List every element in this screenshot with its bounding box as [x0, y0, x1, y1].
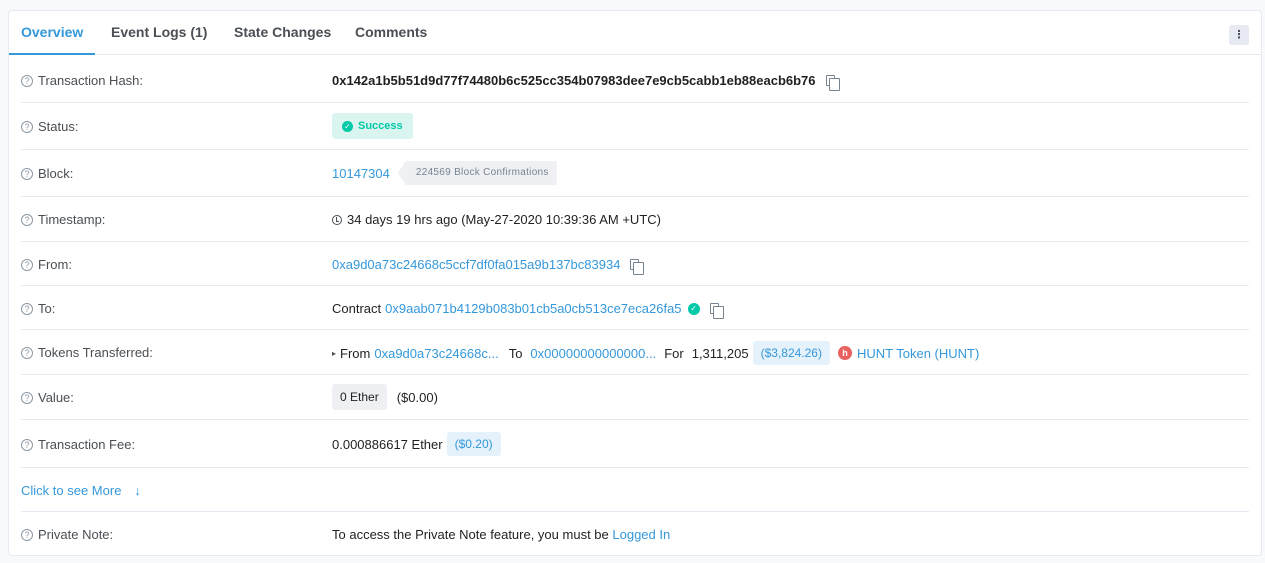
- tab-event-logs[interactable]: Event Logs (1): [99, 11, 219, 55]
- to-address-link[interactable]: 0x9aab071b4129b083b01cb5a0cb513ce7eca26f…: [385, 301, 681, 316]
- row-tokens-transferred: ? Tokens Transferred: ▸ From 0xa9d0a73c2…: [21, 330, 1249, 375]
- private-note-text: To access the Private Note feature, you …: [332, 527, 613, 542]
- to-contract-prefix: Contract: [332, 301, 382, 316]
- more-options-icon[interactable]: ⋮: [1229, 25, 1249, 45]
- help-icon[interactable]: ?: [21, 302, 33, 315]
- row-from: ? From: 0xa9d0a73c24668c5ccf7df0fa015a9b…: [21, 242, 1249, 286]
- check-circle-icon: ✓: [342, 120, 353, 132]
- transaction-card: Overview Event Logs (1) State Changes Co…: [8, 10, 1262, 556]
- row-transaction-fee: ? Transaction Fee: 0.000886617 Ether ($0…: [21, 420, 1249, 468]
- status-badge: ✓ Success: [332, 113, 413, 139]
- label-tokens-transferred: Tokens Transferred:: [38, 345, 153, 360]
- label-block: Block:: [38, 166, 74, 181]
- arrow-down-icon: ↓: [134, 483, 141, 498]
- row-transaction-hash: ? Transaction Hash: 0x142a1b5b51d9d77f74…: [21, 56, 1249, 103]
- help-icon[interactable]: ?: [21, 258, 33, 271]
- see-more-toggle[interactable]: Click to see More ↓: [21, 483, 141, 498]
- copy-icon[interactable]: [825, 75, 840, 91]
- label-timestamp: Timestamp:: [38, 212, 106, 227]
- row-block: ? Block: 10147304 224569 Block Confirmat…: [21, 150, 1249, 197]
- token-from-address-link[interactable]: 0xa9d0a73c24668c...: [374, 346, 498, 361]
- hunt-token-icon: h: [837, 346, 852, 360]
- copy-icon[interactable]: [630, 259, 645, 275]
- transaction-hash-value: 0x142a1b5b51d9d77f74480b6c525cc354b07983…: [332, 73, 816, 88]
- timestamp-value: 34 days 19 hrs ago (May-27-2020 10:39:36…: [347, 212, 661, 227]
- value-ether-badge: 0 Ether: [332, 384, 387, 410]
- label-value: Value:: [38, 390, 74, 405]
- token-name-link[interactable]: HUNT Token (HUNT): [857, 346, 979, 361]
- label-status: Status:: [38, 119, 79, 134]
- help-icon[interactable]: ?: [21, 120, 33, 133]
- copy-icon[interactable]: [709, 303, 724, 319]
- token-amount: 1,311,205: [691, 345, 749, 361]
- help-icon[interactable]: ?: [21, 346, 33, 359]
- verified-check-icon: ✓: [687, 302, 700, 315]
- fee-usd-badge: ($0.20): [446, 432, 501, 456]
- token-to-label: To: [508, 345, 523, 361]
- row-value: ? Value: 0 Ether ($0.00): [21, 375, 1249, 420]
- row-status: ? Status: ✓ Success: [21, 103, 1249, 150]
- row-see-more: Click to see More ↓: [21, 468, 1249, 512]
- caret-right-icon: ▸: [332, 348, 337, 358]
- status-text: Success: [358, 120, 403, 132]
- label-transaction-hash: Transaction Hash:: [38, 73, 144, 88]
- see-more-link[interactable]: Click to see More: [21, 483, 121, 498]
- logged-in-link[interactable]: Logged In: [612, 527, 670, 542]
- value-usd: ($0.00): [396, 389, 438, 405]
- tab-overview[interactable]: Overview: [9, 11, 96, 55]
- fee-amount: 0.000886617 Ether: [332, 436, 443, 452]
- help-icon[interactable]: ?: [21, 391, 33, 404]
- help-icon[interactable]: ?: [21, 167, 33, 180]
- label-private-note: Private Note:: [38, 527, 114, 542]
- clock-icon: [332, 214, 342, 225]
- row-private-note: ? Private Note: To access the Private No…: [21, 512, 1249, 556]
- label-from: From:: [38, 257, 72, 272]
- row-to: ? To: Contract 0x9aab071b4129b083b01cb5a…: [21, 286, 1249, 330]
- label-transaction-fee: Transaction Fee:: [38, 437, 136, 452]
- block-confirmations-badge: 224569 Block Confirmations: [397, 161, 557, 185]
- row-timestamp: ? Timestamp: 34 days 19 hrs ago (May-27-…: [21, 197, 1249, 242]
- help-icon[interactable]: ?: [21, 528, 33, 541]
- from-address-link[interactable]: 0xa9d0a73c24668c5ccf7df0fa015a9b137bc839…: [332, 257, 620, 272]
- block-number-link[interactable]: 10147304: [332, 166, 390, 181]
- token-from-label: From: [340, 345, 371, 361]
- token-to-address-link[interactable]: 0x00000000000000...: [530, 346, 656, 361]
- help-icon[interactable]: ?: [21, 74, 33, 87]
- label-to: To:: [38, 301, 56, 316]
- help-icon[interactable]: ?: [21, 438, 33, 451]
- tab-bar: Overview Event Logs (1) State Changes Co…: [9, 11, 1261, 55]
- token-for-label: For: [664, 345, 684, 361]
- tab-comments[interactable]: Comments: [343, 11, 439, 55]
- token-usd-value: ($3,824.26): [752, 341, 830, 365]
- tab-state-changes[interactable]: State Changes: [222, 11, 343, 55]
- help-icon[interactable]: ?: [21, 213, 33, 226]
